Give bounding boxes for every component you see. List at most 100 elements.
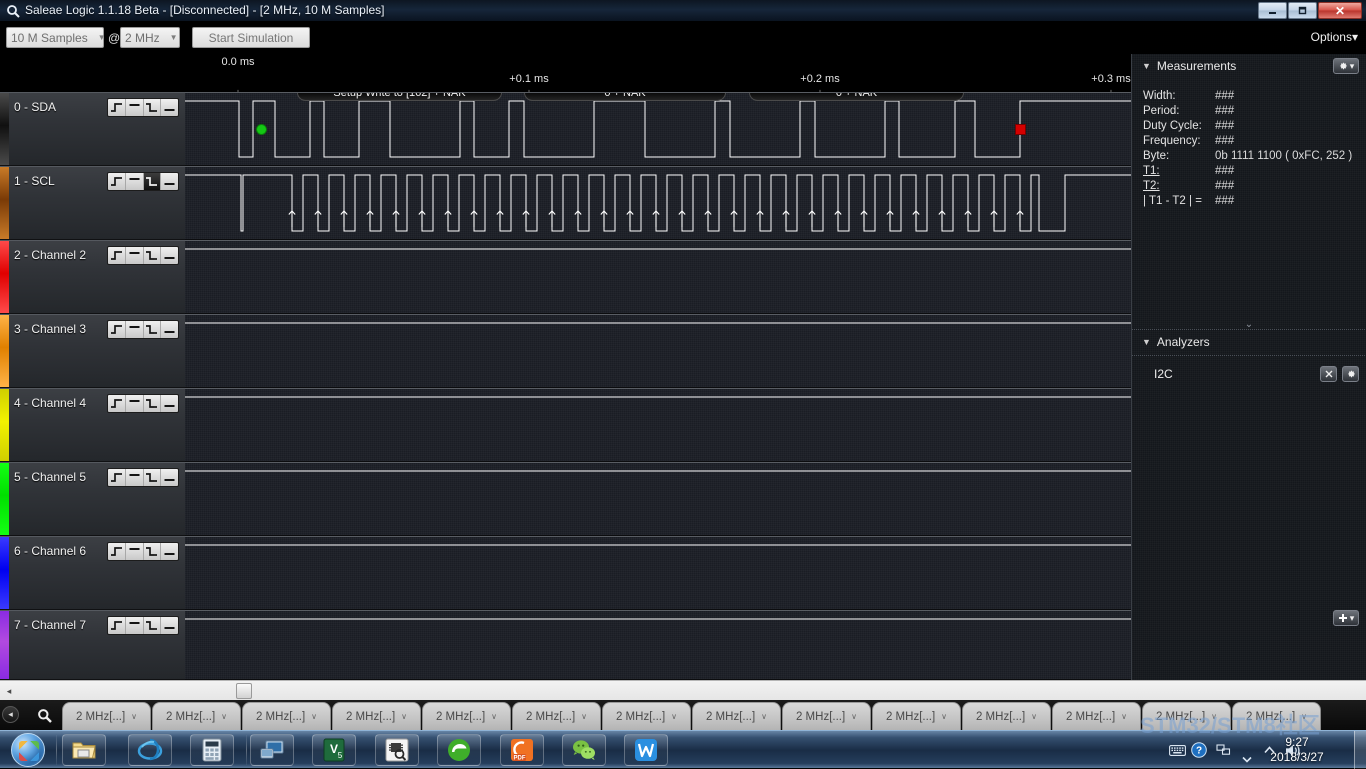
remove-analyzer-button[interactable] — [1320, 366, 1337, 382]
search-icon[interactable] — [34, 705, 54, 725]
capture-tab[interactable]: 2 MHz[...] ∨ — [692, 702, 781, 730]
channel-header-0[interactable]: 0 - SDA — [0, 92, 185, 166]
timeline-ruler[interactable]: 0.0 ms↓+0.1 ms↓+0.2 ms↓+0.3 ms↓ — [0, 54, 1131, 92]
channel-waveform-4[interactable] — [185, 388, 1131, 462]
internet-explorer-icon[interactable] — [128, 734, 172, 766]
channel-header-7[interactable]: 7 - Channel 7 — [0, 610, 185, 680]
trigger-rising-edge-button[interactable] — [108, 99, 126, 116]
measurements-settings-button[interactable]: ▾ — [1333, 58, 1359, 74]
trigger-rising-edge-button[interactable] — [108, 395, 126, 412]
trigger-falling-edge-button[interactable] — [144, 247, 162, 264]
help-icon[interactable]: ? — [1190, 742, 1208, 758]
start-simulation-button[interactable]: Start Simulation — [192, 27, 310, 48]
channel-waveform-1[interactable] — [185, 166, 1131, 240]
trigger-low-level-button[interactable] — [161, 395, 178, 412]
trigger-falling-edge-button[interactable] — [144, 395, 162, 412]
keyboard-icon[interactable] — [1168, 742, 1186, 758]
sample-rate-dropdown[interactable]: 2 MHz ▼ — [120, 27, 180, 48]
trigger-low-level-button[interactable] — [161, 617, 178, 634]
maximize-button[interactable] — [1288, 2, 1317, 19]
tab-scroll-prev-button[interactable]: ◂ — [2, 706, 19, 723]
channel-waveform-5[interactable] — [185, 462, 1131, 536]
horizontal-scrollbar[interactable]: ◂ — [0, 680, 1366, 700]
trigger-low-level-button[interactable] — [161, 543, 178, 560]
trigger-rising-edge-button[interactable] — [108, 321, 126, 338]
network-icon[interactable] — [1214, 742, 1232, 758]
capture-tab[interactable]: 2 MHz[...] ∨ — [872, 702, 961, 730]
trigger-falling-edge-button[interactable] — [144, 321, 162, 338]
trigger-high-level-button[interactable] — [126, 247, 144, 264]
trigger-rising-edge-button[interactable] — [108, 173, 126, 190]
chevron-down-icon[interactable]: ∨ — [1301, 712, 1307, 721]
channel-waveform-3[interactable] — [185, 314, 1131, 388]
start-button[interactable] — [2, 731, 54, 769]
trigger-low-level-button[interactable] — [161, 321, 178, 338]
chevron-down-icon[interactable]: ∨ — [131, 712, 137, 721]
capture-tab[interactable]: 2 MHz[...] ∨ — [1232, 702, 1321, 730]
channel-header-3[interactable]: 3 - Channel 3 — [0, 314, 185, 388]
close-button[interactable]: ✕ — [1318, 2, 1362, 19]
vscode-v5-icon[interactable]: V5 — [312, 734, 356, 766]
trigger-falling-edge-button[interactable] — [144, 99, 162, 116]
pdf-reader-icon[interactable]: PDF — [500, 734, 544, 766]
channel-header-2[interactable]: 2 - Channel 2 — [0, 240, 185, 314]
taskbar-clock[interactable]: 9:27 2018/3/27 — [1250, 735, 1344, 765]
channel-header-5[interactable]: 5 - Channel 5 — [0, 462, 185, 536]
scrollbar-thumb[interactable] — [236, 683, 252, 699]
chevron-down-icon[interactable]: ∨ — [311, 712, 317, 721]
file-explorer-icon[interactable] — [62, 734, 106, 766]
trigger-falling-edge-button[interactable] — [144, 617, 162, 634]
chevron-down-icon[interactable]: ∨ — [491, 712, 497, 721]
capture-tab[interactable]: 2 MHz[...] ∨ — [62, 702, 151, 730]
trigger-high-level-button[interactable] — [126, 469, 144, 486]
channel-waveform-0[interactable]: Setup Write to [162] + NAK 0 + NAK 0 + NAK — [185, 92, 1131, 166]
chevron-down-icon[interactable]: ∨ — [1031, 712, 1037, 721]
trigger-rising-edge-button[interactable] — [108, 469, 126, 486]
chevron-down-icon[interactable]: ∨ — [581, 712, 587, 721]
capture-tab[interactable]: 2 MHz[...] ∨ — [242, 702, 331, 730]
measurements-header[interactable]: ▼ Measurements ▾ — [1132, 54, 1366, 78]
trigger-low-level-button[interactable] — [161, 99, 178, 116]
capture-tab[interactable]: 2 MHz[...] ∨ — [152, 702, 241, 730]
analyzers-header[interactable]: ▼ Analyzers ▾ — [1132, 330, 1366, 626]
channel-header-1[interactable]: 1 - SCL — [0, 166, 185, 240]
options-menu-button[interactable]: Options▾ — [1311, 30, 1358, 44]
capture-tab[interactable]: 2 MHz[...] ∨ — [1052, 702, 1141, 730]
chevron-down-icon[interactable]: ∨ — [1121, 712, 1127, 721]
trigger-high-level-button[interactable] — [126, 99, 144, 116]
chevron-down-icon[interactable]: ∨ — [671, 712, 677, 721]
capture-tab[interactable]: 2 MHz[...] ∨ — [422, 702, 511, 730]
trigger-low-level-button[interactable] — [161, 247, 178, 264]
channel-header-6[interactable]: 6 - Channel 6 — [0, 536, 185, 610]
capture-tab[interactable]: 2 MHz[...] ∨ — [1142, 702, 1231, 730]
capture-tab[interactable]: 2 MHz[...] ∨ — [962, 702, 1051, 730]
trigger-high-level-button[interactable] — [126, 395, 144, 412]
trigger-high-level-button[interactable] — [126, 543, 144, 560]
trigger-rising-edge-button[interactable] — [108, 247, 126, 264]
trigger-high-level-button[interactable] — [126, 321, 144, 338]
show-desktop-button[interactable] — [1354, 731, 1366, 769]
trigger-low-level-button[interactable] — [161, 173, 178, 190]
chevron-down-icon[interactable]: ∨ — [851, 712, 857, 721]
trigger-rising-edge-button[interactable] — [108, 617, 126, 634]
trigger-low-level-button[interactable] — [161, 469, 178, 486]
i2c-decode-bubble[interactable]: Setup Write to [162] + NAK — [297, 93, 502, 101]
channel-waveform-2[interactable] — [185, 240, 1131, 314]
wps-writer-icon[interactable] — [624, 734, 668, 766]
capture-tab[interactable]: 2 MHz[...] ∨ — [602, 702, 691, 730]
chevron-down-icon[interactable]: ∨ — [761, 712, 767, 721]
chevron-down-icon[interactable]: ∨ — [401, 712, 407, 721]
capture-tab[interactable]: 2 MHz[...] ∨ — [782, 702, 871, 730]
chevron-down-icon[interactable]: ∨ — [941, 712, 947, 721]
capture-tab[interactable]: 2 MHz[...] ∨ — [332, 702, 421, 730]
analyzer-item[interactable]: I2C — [1132, 364, 1366, 386]
remote-desktop-icon[interactable] — [250, 734, 294, 766]
chip-inspect-icon[interactable] — [375, 734, 419, 766]
trigger-falling-edge-button[interactable] — [144, 543, 162, 560]
channel-waveform-6[interactable] — [185, 536, 1131, 610]
i2c-decode-bubble[interactable]: 0 + NAK — [749, 93, 964, 101]
trigger-high-level-button[interactable] — [126, 173, 144, 190]
channel-header-4[interactable]: 4 - Channel 4 — [0, 388, 185, 462]
analyzer-settings-button[interactable] — [1342, 366, 1359, 382]
i2c-decode-bubble[interactable]: 0 + NAK — [524, 93, 726, 101]
